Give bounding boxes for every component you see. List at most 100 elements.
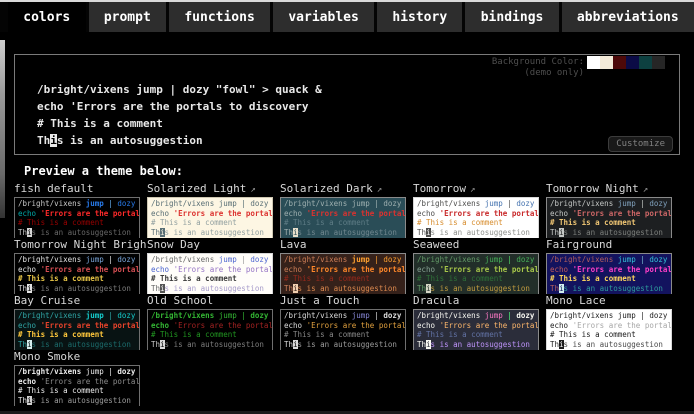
theme-preview-mono-smoke[interactable]: /bright/vixens jump | dozy "fowl" > quac… [14,365,140,406]
text-token: jump [618,311,636,320]
preview-line: This is an autosuggestion [18,228,136,238]
preview-line: # This is a comment [284,274,402,284]
text-token: Th [18,396,27,405]
preview-line: echo 'Errors are the portals to discover… [550,209,668,219]
theme-preview-snow-day[interactable]: /bright/vixens jump | dozy "fowl" > quac… [147,253,273,294]
external-link-icon[interactable]: ↗ [470,185,475,195]
text-token: "fowl" [667,311,672,320]
theme-title: Solarized Light↗ [147,182,280,195]
theme-preview-tomorrow[interactable]: /bright/vixens jump | dozy "fowl" > quac… [413,197,539,238]
text-token: "fowl" [667,255,672,264]
theme-preview-bay-cruise[interactable]: /bright/vixens jump | dozy "fowl" > quac… [14,309,140,350]
theme-name: Old School [147,294,213,307]
bg-swatch-teal[interactable] [639,56,652,69]
text-token: echo [18,265,41,274]
tab-variables[interactable]: variables [273,2,374,32]
theme-title: Tomorrow Night Bright↗ [14,238,147,251]
text-token: dozy [250,311,268,320]
tab-bindings[interactable]: bindings [465,2,558,32]
preview-line: # This is a comment [417,218,535,228]
text-token: jump [352,199,370,208]
tab-prompt[interactable]: prompt [89,2,167,32]
theme-preview-mono-lace[interactable]: /bright/vixens jump | dozy "fowl" > quac… [546,309,672,350]
theme-preview-dracula[interactable]: /bright/vixens jump | dozy "fowl" > quac… [413,309,539,350]
text-token: | [104,367,118,376]
text-token: 'Errors are the portals to discovery [41,321,140,330]
text-token: "fowl" [667,199,672,208]
preview-line: # This is a comment [18,274,136,284]
external-link-icon[interactable]: ↗ [643,185,648,195]
text-token: /bright/vixens [151,255,219,264]
theme-preview-solarized-light[interactable]: /bright/vixens jump | dozy "fowl" > quac… [147,197,273,238]
theme-title: Tomorrow Night↗ [546,182,679,195]
tab-history[interactable]: history [377,2,462,32]
text-token: dozy [649,311,667,320]
text-token: "fowl" [268,311,273,320]
text-token: # This is a comment [284,218,370,227]
theme-preview-tomorrow-night[interactable]: /bright/vixens jump | dozy "fowl" > quac… [546,197,672,238]
text-token: # This is a comment [151,218,237,227]
bg-swatch-white[interactable] [587,56,600,69]
text-token: 'Errors are the portals to discovery [573,265,672,274]
external-link-icon[interactable]: ↗ [250,185,255,195]
theme-preview-seaweed[interactable]: /bright/vixens jump | dozy "fowl" > quac… [413,253,539,294]
text-token: 'Errors are the portals to discovery [307,209,406,218]
text-token: /bright/vixens jump | dozy "fowl" > quac… [37,83,322,96]
text-token: echo [18,321,41,330]
preview-line: This is an autosuggestion [284,228,402,238]
text-token: echo [550,265,573,274]
text-token: /bright/vixens [18,367,86,376]
text-token: dozy [117,367,135,376]
theme-preview-lava[interactable]: /bright/vixens jump | dozy "fowl" > quac… [280,253,406,294]
preview-line: # This is a comment [18,386,136,396]
text-token: "fowl" [135,367,140,376]
bg-swatch-dark-red[interactable] [613,56,626,69]
theme-name: Mono Lace [546,294,606,307]
theme-title: Mono Smoke [14,350,147,363]
preview-line: # This is a comment [417,274,535,284]
text-token: dozy [516,199,534,208]
text-token: echo [550,321,573,330]
preview-line: This is an autosuggestion [151,340,269,350]
preview-line: echo 'Errors are the portals to discover… [284,209,402,219]
text-token: echo [151,321,174,330]
theme-preview-just-a-touch[interactable]: /bright/vixens jump | dozy "fowl" > quac… [280,309,406,350]
theme-preview-solarized-dark[interactable]: /bright/vixens jump | dozy "fowl" > quac… [280,197,406,238]
text-token: /bright/vixens [550,199,618,208]
preview-line: This is an autosuggestion [18,284,136,294]
preview-line: /bright/vixens jump | dozy "fowl" > quac… [284,199,402,209]
text-token: /bright/vixens [151,311,219,320]
text-token: # This is a comment [284,274,370,283]
text-token: dozy [383,199,401,208]
text-token: 'Errors are the portals to discovery [307,265,406,274]
theme-preview-old-school[interactable]: /bright/vixens jump | dozy "fowl" > quac… [147,309,273,350]
theme-cell-solarized-dark: Solarized Dark↗/bright/vixens jump | doz… [280,182,413,238]
text-token: dozy [117,311,135,320]
theme-preview-fish-default[interactable]: /bright/vixens jump | dozy "fowl" > quac… [14,197,140,238]
text-token: /bright/vixens [550,311,618,320]
preview-line: This is an autosuggestion [550,284,668,294]
theme-title: Tomorrow↗ [413,182,546,195]
tab-functions[interactable]: functions [169,2,270,32]
bg-swatch-charcoal[interactable] [652,56,665,69]
text-token: s is an autosuggestion [298,284,397,293]
preview-line: /bright/vixens jump | dozy "fowl" > quac… [151,255,269,265]
text-token: Th [284,340,293,349]
theme-cell-dracula: Dracula/bright/vixens jump | dozy "fowl"… [413,294,546,350]
bg-swatch-ivory[interactable] [600,56,613,69]
bg-swatch-black[interactable] [665,56,678,69]
theme-cell-tomorrow: Tomorrow↗ /bright/vixens jump | dozy "fow… [413,182,546,238]
preview-line: /bright/vixens jump | dozy "fowl" > quac… [417,311,535,321]
external-link-icon[interactable]: ↗ [377,185,382,195]
theme-preview-fairground[interactable]: /bright/vixens jump | dozy "fowl" > quac… [546,253,672,294]
text-token: dozy [649,199,667,208]
tab-abbreviations[interactable]: abbreviations [562,2,694,32]
preview-line: This is an autosuggestion [151,284,269,294]
text-token: jump [219,311,237,320]
terminal-line: This is an autosuggestion [37,132,322,149]
text-token: s is an autosuggestion [564,340,663,349]
bg-swatch-navy[interactable] [626,56,639,69]
customize-button[interactable]: Customize [608,136,673,152]
tab-colors[interactable]: colors [8,2,86,32]
theme-preview-tomorrow-night-bright[interactable]: /bright/vixens jump | dozy "fowl" > quac… [14,253,140,294]
